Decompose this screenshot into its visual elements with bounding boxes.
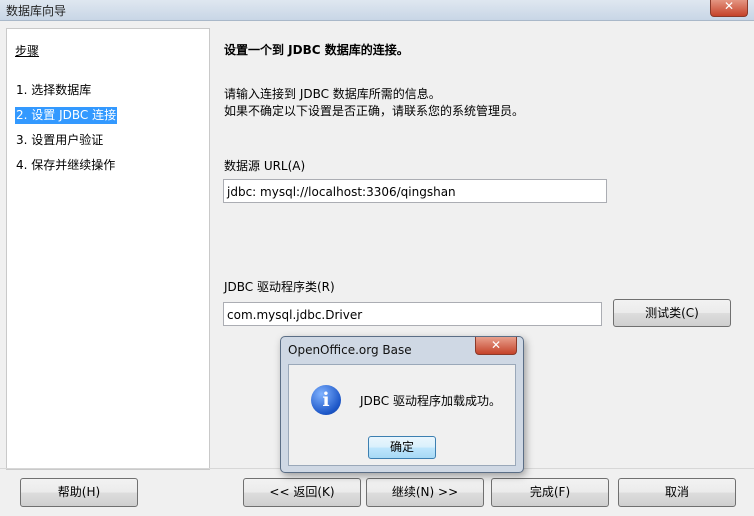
url-prefix: jdbc: <box>227 185 257 199</box>
page-title: 设置一个到 JDBC 数据库的连接。 <box>224 43 409 57</box>
step-save-continue[interactable]: 4. 保存并继续操作 <box>15 157 116 174</box>
dialog-body: i JDBC 驱动程序加载成功。 确定 <box>288 364 516 466</box>
window-close-button[interactable]: ✕ <box>710 0 748 17</box>
steps-panel: 步骤 1. 选择数据库 2. 设置 JDBC 连接 3. 设置用户验证 4. 保… <box>6 28 210 470</box>
test-class-button[interactable]: 测试类(C) <box>613 299 731 327</box>
url-field[interactable]: jdbc: mysql://localhost:3306/qingshan <box>223 179 607 203</box>
message-dialog: OpenOffice.org Base ✕ i JDBC 驱动程序加载成功。 确… <box>280 336 524 473</box>
dialog-close-button[interactable]: ✕ <box>475 337 517 355</box>
dialog-ok-button[interactable]: 确定 <box>368 436 436 459</box>
description-line-1: 请输入连接到 JDBC 数据库所需的信息。 <box>224 87 441 101</box>
step-jdbc-connection[interactable]: 2. 设置 JDBC 连接 <box>15 107 118 124</box>
cancel-button[interactable]: 取消 <box>618 478 736 507</box>
window-title: 数据库向导 <box>6 4 67 18</box>
dialog-title: OpenOffice.org Base <box>288 343 412 357</box>
back-button[interactable]: << 返回(K) <box>243 478 361 507</box>
dialog-message: JDBC 驱动程序加载成功。 <box>360 394 501 408</box>
close-icon: ✕ <box>490 338 502 352</box>
finish-button[interactable]: 完成(F) <box>491 478 609 507</box>
help-button[interactable]: 帮助(H) <box>20 478 138 507</box>
driver-class-field[interactable]: com.mysql.jdbc.Driver <box>223 302 602 326</box>
step-user-auth[interactable]: 3. 设置用户验证 <box>15 132 104 149</box>
window-titlebar: 数据库向导 ✕ <box>0 0 754 21</box>
close-icon: ✕ <box>723 0 735 13</box>
url-label: 数据源 URL(A) <box>224 159 306 173</box>
driver-class-value: com.mysql.jdbc.Driver <box>227 308 363 322</box>
info-icon: i <box>311 385 341 415</box>
steps-heading: 步骤 <box>15 44 40 58</box>
url-value: mysql://localhost:3306/qingshan <box>260 185 456 199</box>
next-button[interactable]: 继续(N) >> <box>366 478 484 507</box>
step-select-database[interactable]: 1. 选择数据库 <box>15 82 92 99</box>
driver-label: JDBC 驱动程序类(R) <box>224 280 335 294</box>
description-line-2: 如果不确定以下设置是否正确，请联系您的系统管理员。 <box>224 104 525 118</box>
